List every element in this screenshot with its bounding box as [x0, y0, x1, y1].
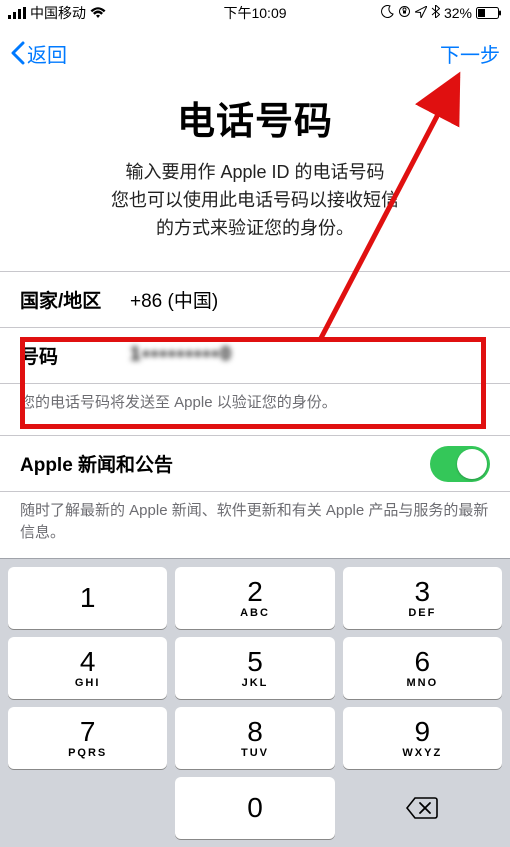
keypad-letters: MNO [406, 677, 438, 689]
numeric-keypad: 12ABC3DEF4GHI5JKL6MNO7PQRS8TUV9WXYZ0 [0, 558, 510, 847]
moon-icon [381, 5, 394, 21]
back-button[interactable]: 返回 [10, 39, 67, 68]
keypad-digit: 2 [247, 578, 263, 606]
news-group: Apple 新闻和公告 随时了解最新的 Apple 新闻、软件更新和有关 App… [0, 435, 510, 566]
keypad-backspace[interactable] [343, 777, 502, 839]
page-description: 输入要用作 Apple ID 的电话号码 您也可以使用此电话号码以接收短信 的方… [34, 159, 476, 243]
location-icon [415, 5, 427, 21]
title-block: 电话号码 输入要用作 Apple ID 的电话号码 您也可以使用此电话号码以接收… [0, 80, 510, 271]
keypad-key-3[interactable]: 3DEF [343, 567, 502, 629]
news-label: Apple 新闻和公告 [20, 450, 173, 477]
keypad-letters: GHI [75, 677, 101, 689]
news-toggle[interactable] [430, 446, 490, 482]
number-value: 1•••••••••0 [130, 344, 490, 366]
keypad-key-2[interactable]: 2ABC [175, 567, 334, 629]
number-label: 号码 [20, 342, 130, 369]
battery-percentage: 32% [444, 5, 472, 21]
keypad-digit: 8 [247, 718, 263, 746]
keypad-digit: 3 [415, 578, 431, 606]
keypad-letters: DEF [408, 607, 436, 619]
news-footnote: 随时了解最新的 Apple 新闻、软件更新和有关 Apple 产品与服务的最新信… [0, 492, 510, 566]
keypad-blank [8, 777, 167, 839]
keypad-key-7[interactable]: 7PQRS [8, 707, 167, 769]
keypad-digit: 6 [415, 648, 431, 676]
clock: 下午10:09 [223, 3, 286, 23]
battery-icon [476, 7, 502, 19]
chevron-left-icon [10, 41, 25, 65]
keypad-key-4[interactable]: 4GHI [8, 637, 167, 699]
backspace-icon [406, 797, 438, 819]
orientation-lock-icon [398, 5, 411, 21]
keypad-key-6[interactable]: 6MNO [343, 637, 502, 699]
news-row: Apple 新闻和公告 [0, 436, 510, 492]
region-label: 国家/地区 [20, 286, 130, 313]
phone-group: 国家/地区 +86 (中国) 号码 1•••••••••0 您的电话号码将发送至… [0, 271, 510, 436]
keypad-digit: 5 [247, 648, 263, 676]
keypad-key-9[interactable]: 9WXYZ [343, 707, 502, 769]
keypad-letters: ABC [240, 607, 270, 619]
page-title: 电话号码 [34, 90, 476, 145]
keypad-key-5[interactable]: 5JKL [175, 637, 334, 699]
keypad-digit: 7 [80, 718, 96, 746]
status-bar: 中国移动 下午10:09 32% [0, 0, 510, 26]
number-row[interactable]: 号码 1•••••••••0 [0, 328, 510, 384]
carrier-label: 中国移动 [30, 3, 86, 23]
keypad-letters: TUV [241, 747, 269, 759]
keypad-digit: 0 [247, 794, 263, 822]
keypad-letters: WXYZ [402, 747, 442, 759]
wifi-icon [90, 7, 106, 19]
bluetooth-icon [431, 5, 440, 21]
keypad-key-1[interactable]: 1 [8, 567, 167, 629]
number-footnote: 您的电话号码将发送至 Apple 以验证您的身份。 [0, 384, 510, 436]
back-label: 返回 [27, 39, 67, 68]
nav-bar: 返回 下一步 [0, 26, 510, 80]
keypad-digit: 9 [415, 718, 431, 746]
region-row[interactable]: 国家/地区 +86 (中国) [0, 272, 510, 328]
keypad-letters: JKL [242, 677, 269, 689]
keypad-letters: PQRS [68, 747, 107, 759]
keypad-key-8[interactable]: 8TUV [175, 707, 334, 769]
keypad-digit: 4 [80, 648, 96, 676]
signal-icon [8, 7, 26, 19]
keypad-key-0[interactable]: 0 [175, 777, 334, 839]
region-value: +86 (中国) [130, 286, 490, 313]
next-button[interactable]: 下一步 [440, 39, 500, 68]
keypad-digit: 1 [80, 584, 96, 612]
